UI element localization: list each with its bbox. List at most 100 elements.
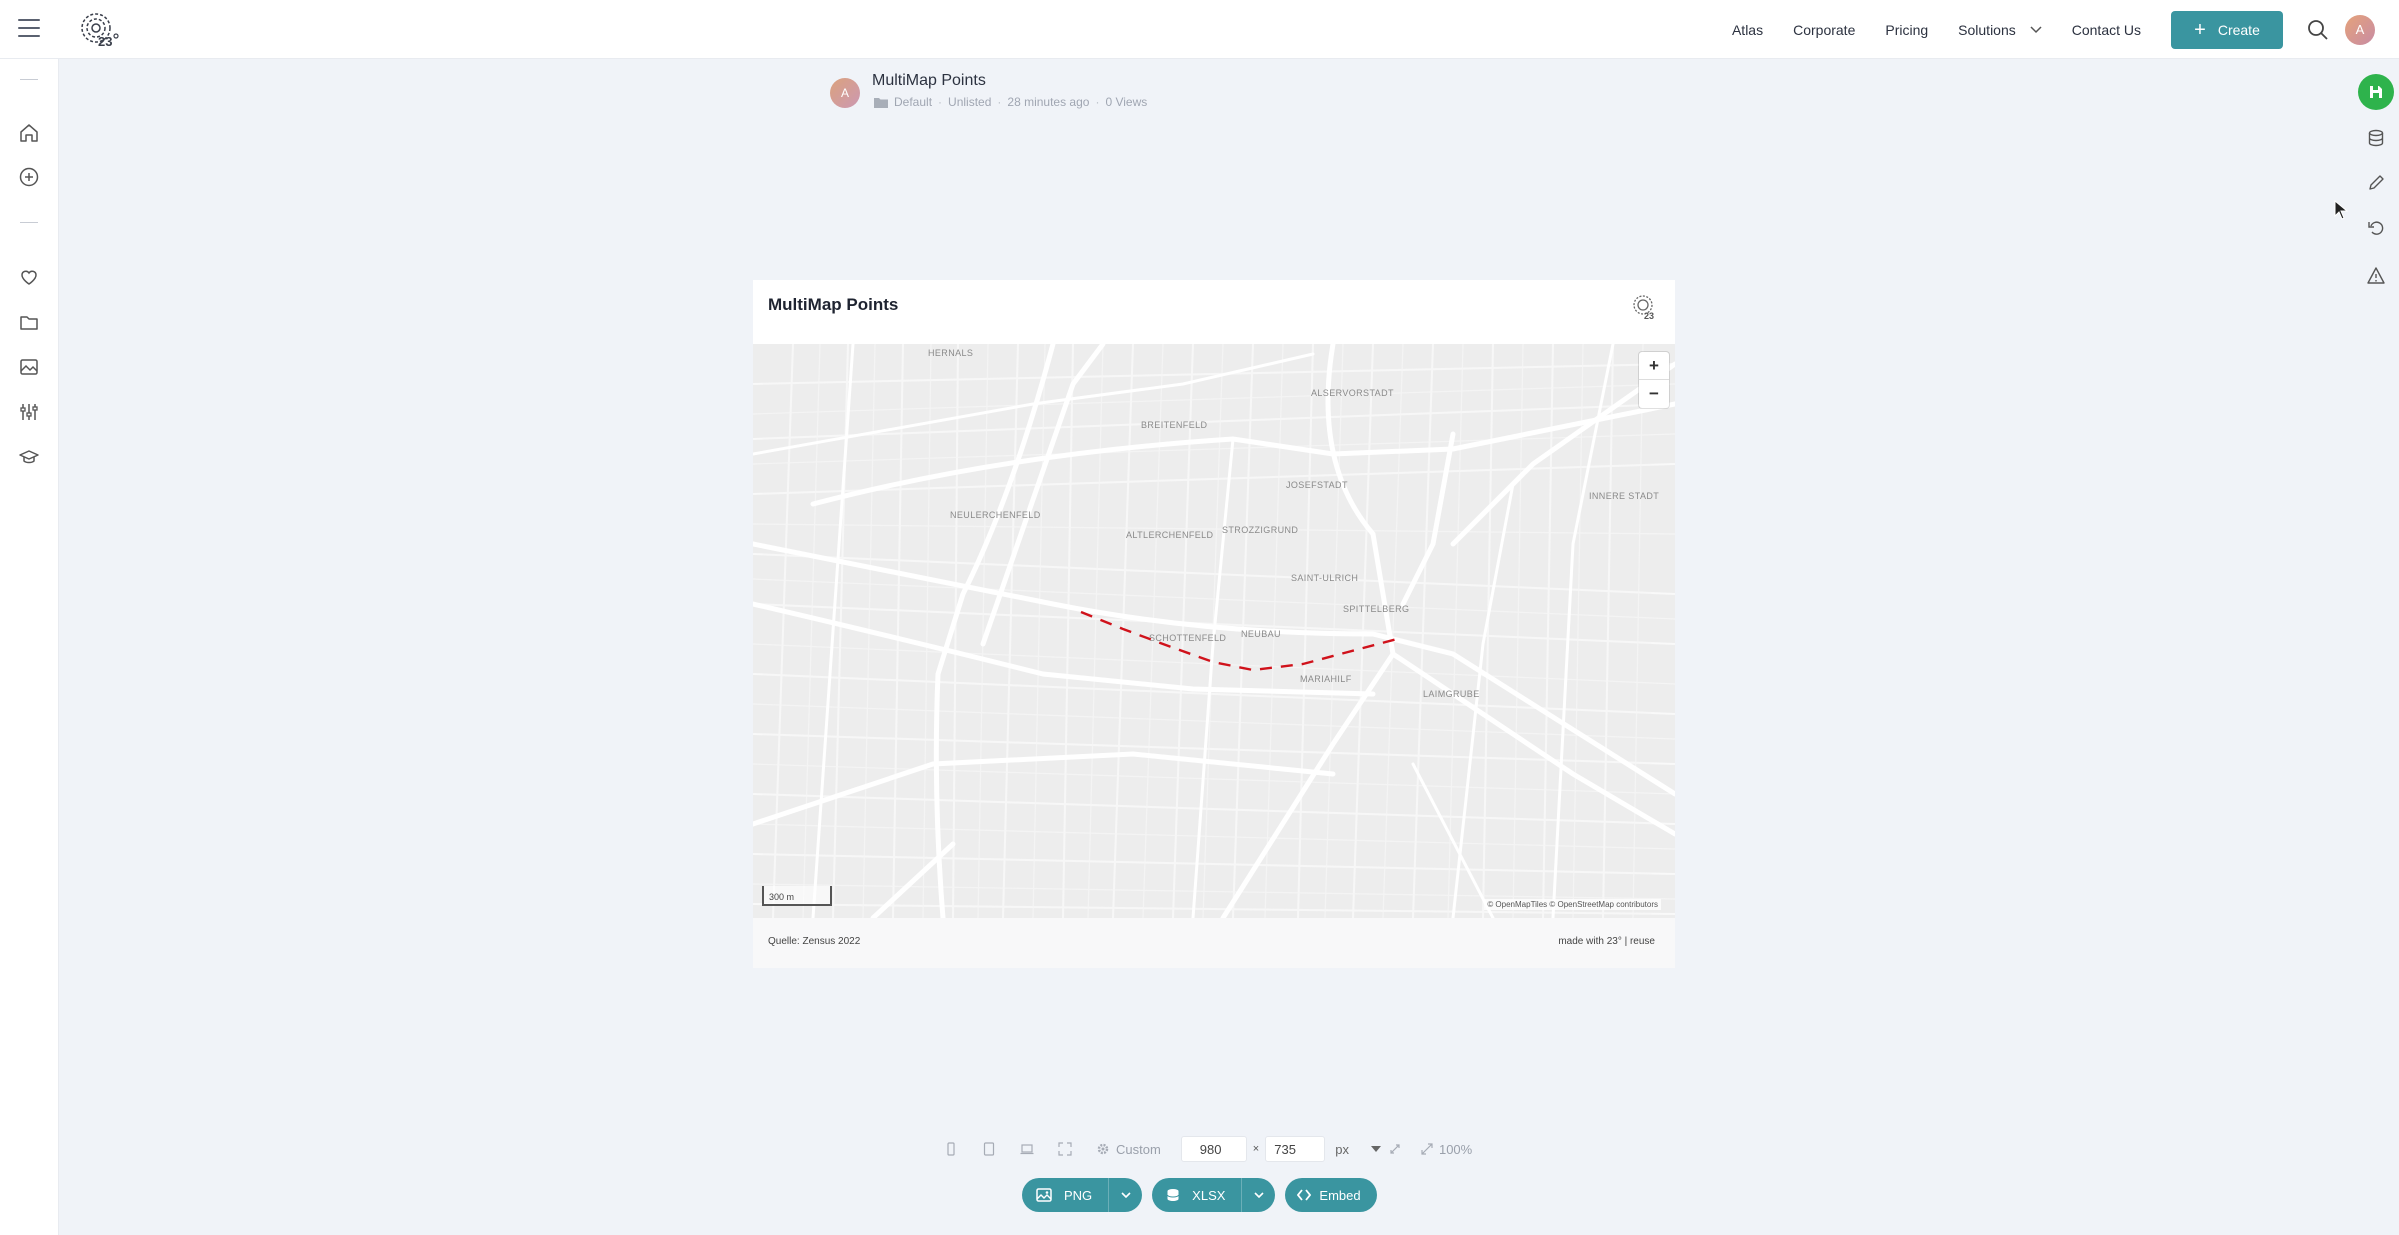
export-toolbar: PNG XLSX Embed [1022,1178,1377,1212]
top-bar: 23 Atlas Corporate Pricing Solutions Con… [0,0,2399,59]
district-label: NEUBAU [1241,629,1281,639]
create-button[interactable]: + Create [2171,10,2283,49]
pencil-icon[interactable] [2366,173,2386,193]
chevron-down-icon [1121,1192,1131,1198]
sidebar-divider [20,79,38,80]
graduation-cap-icon[interactable] [18,446,40,468]
card-title: MultiMap Points [768,295,899,314]
card-footer: Quelle: Zensus 2022 made with 23° | reus… [753,918,1675,968]
zoom-scale-icon[interactable] [1421,1143,1433,1155]
district-label: ALTLERCHENFELD [1126,530,1214,540]
zoom-in-button[interactable]: + [1639,352,1669,380]
district-label: STROZZIGRUND [1222,525,1298,535]
main-nav: Atlas Corporate Pricing Solutions Contac… [1732,0,2399,59]
folder-icon[interactable] [18,311,40,333]
width-input[interactable]: 980 [1180,1136,1247,1162]
district-label: HERNALS [928,348,973,358]
warning-icon[interactable] [2366,266,2386,286]
made-with-link[interactable]: made with 23° | reuse [1558,936,1655,947]
gear-icon [1097,1143,1109,1155]
png-export-dropdown[interactable] [1108,1178,1142,1212]
save-icon [2370,86,2382,98]
size-preset[interactable]: Custom [1116,1142,1161,1157]
district-label: MARIAHILF [1300,674,1352,684]
heart-icon[interactable] [18,266,40,288]
image-icon [1036,1188,1052,1202]
district-label: NEULERCHENFELD [950,510,1041,520]
nav-atlas[interactable]: Atlas [1732,22,1763,38]
create-label: Create [2217,21,2260,38]
save-button[interactable] [2358,74,2394,110]
home-icon[interactable] [18,122,40,144]
logo-23-degrees[interactable]: 23 [78,10,122,50]
svg-text:23: 23 [98,34,112,49]
phone-icon[interactable] [944,1142,958,1156]
chart-card: MultiMap Points 23 HERNALS ALSERVORSTADT… [753,280,1675,968]
height-input[interactable]: 735 [1265,1136,1326,1162]
laptop-icon[interactable] [1020,1142,1034,1156]
folder-icon [874,97,888,108]
plus-icon: + [2194,18,2206,41]
map-view[interactable]: HERNALS ALSERVORSTADT BREITENFELD JOSEFS… [753,344,1675,918]
image-icon[interactable] [18,356,40,378]
visibility-status: Unlisted [948,95,992,109]
view-count: 0 Views [1105,95,1148,109]
png-export-button[interactable]: PNG [1022,1178,1143,1212]
map-attribution[interactable]: © OpenMapTiles © OpenStreetMap contribut… [1484,899,1661,910]
map-basemap: HERNALS ALSERVORSTADT BREITENFELD JOSEFS… [753,344,1675,918]
tablet-icon[interactable] [982,1142,996,1156]
xlsx-label: XLSX [1192,1187,1226,1203]
chart-meta-line: Default · Unlisted · 28 minutes ago · 0 … [874,95,1147,109]
fullscreen-icon[interactable] [1058,1142,1072,1156]
district-label: ALSERVORSTADT [1311,388,1394,398]
nav-contact-us[interactable]: Contact Us [2072,22,2141,38]
xlsx-export-dropdown[interactable] [1241,1178,1275,1212]
sliders-icon[interactable] [18,401,40,423]
undo-icon[interactable] [2366,218,2386,238]
nav-solutions[interactable]: Solutions [1958,22,2042,38]
database-icon [1167,1189,1180,1201]
times-sign: × [1252,1143,1260,1155]
author-avatar[interactable]: A [830,78,860,108]
updated-time: 28 minutes ago [1007,95,1090,109]
chevron-down-icon [1254,1192,1264,1198]
database-icon[interactable] [2366,128,2386,148]
search-icon[interactable] [2307,19,2329,41]
folder-name[interactable]: Default [894,95,932,109]
size-toolbar: Custom 980 × 735 px 100% [944,1136,1472,1162]
menu-icon[interactable] [18,19,40,39]
plus-circle-icon[interactable] [18,166,40,188]
district-label: JOSEFSTADT [1286,480,1348,490]
district-label: INNERE STADT [1589,491,1659,501]
zoom-out-button[interactable]: − [1639,380,1669,408]
caret-down-icon[interactable] [1370,1146,1381,1152]
unit-select[interactable]: px [1335,1142,1349,1157]
xlsx-export-button[interactable]: XLSX [1152,1178,1276,1212]
xlsx-export-main[interactable]: XLSX [1152,1178,1241,1212]
district-label: SPITTELBERG [1343,604,1409,614]
svg-text:23: 23 [1644,311,1654,321]
embed-button[interactable]: Embed [1285,1178,1377,1212]
scale-bar: 300 m [762,886,832,906]
lock-ratio-icon[interactable] [1389,1143,1401,1155]
nav-corporate[interactable]: Corporate [1793,22,1855,38]
user-avatar[interactable]: A [2345,14,2375,45]
district-label: SCHOTTENFELD [1149,633,1226,643]
chevron-down-icon [2030,25,2042,33]
nav-solutions-label: Solutions [1958,21,2016,38]
district-label: BREITENFELD [1141,420,1208,430]
chart-title[interactable]: MultiMap Points [872,72,986,90]
code-icon [1297,1189,1312,1201]
sidebar-divider [20,222,38,223]
district-label: SAINT-ULRICH [1291,573,1358,583]
mouse-cursor-icon [2334,200,2348,220]
nav-pricing[interactable]: Pricing [1885,22,1928,38]
zoom-control: + − [1639,352,1669,408]
embed-main[interactable]: Embed [1285,1178,1376,1212]
png-export-main[interactable]: PNG [1022,1178,1108,1212]
district-label: LAIMGRUBE [1423,689,1480,699]
left-sidebar [0,59,59,1235]
png-label: PNG [1064,1187,1093,1203]
embed-label: Embed [1319,1187,1361,1203]
zoom-level: 100% [1438,1141,1473,1157]
